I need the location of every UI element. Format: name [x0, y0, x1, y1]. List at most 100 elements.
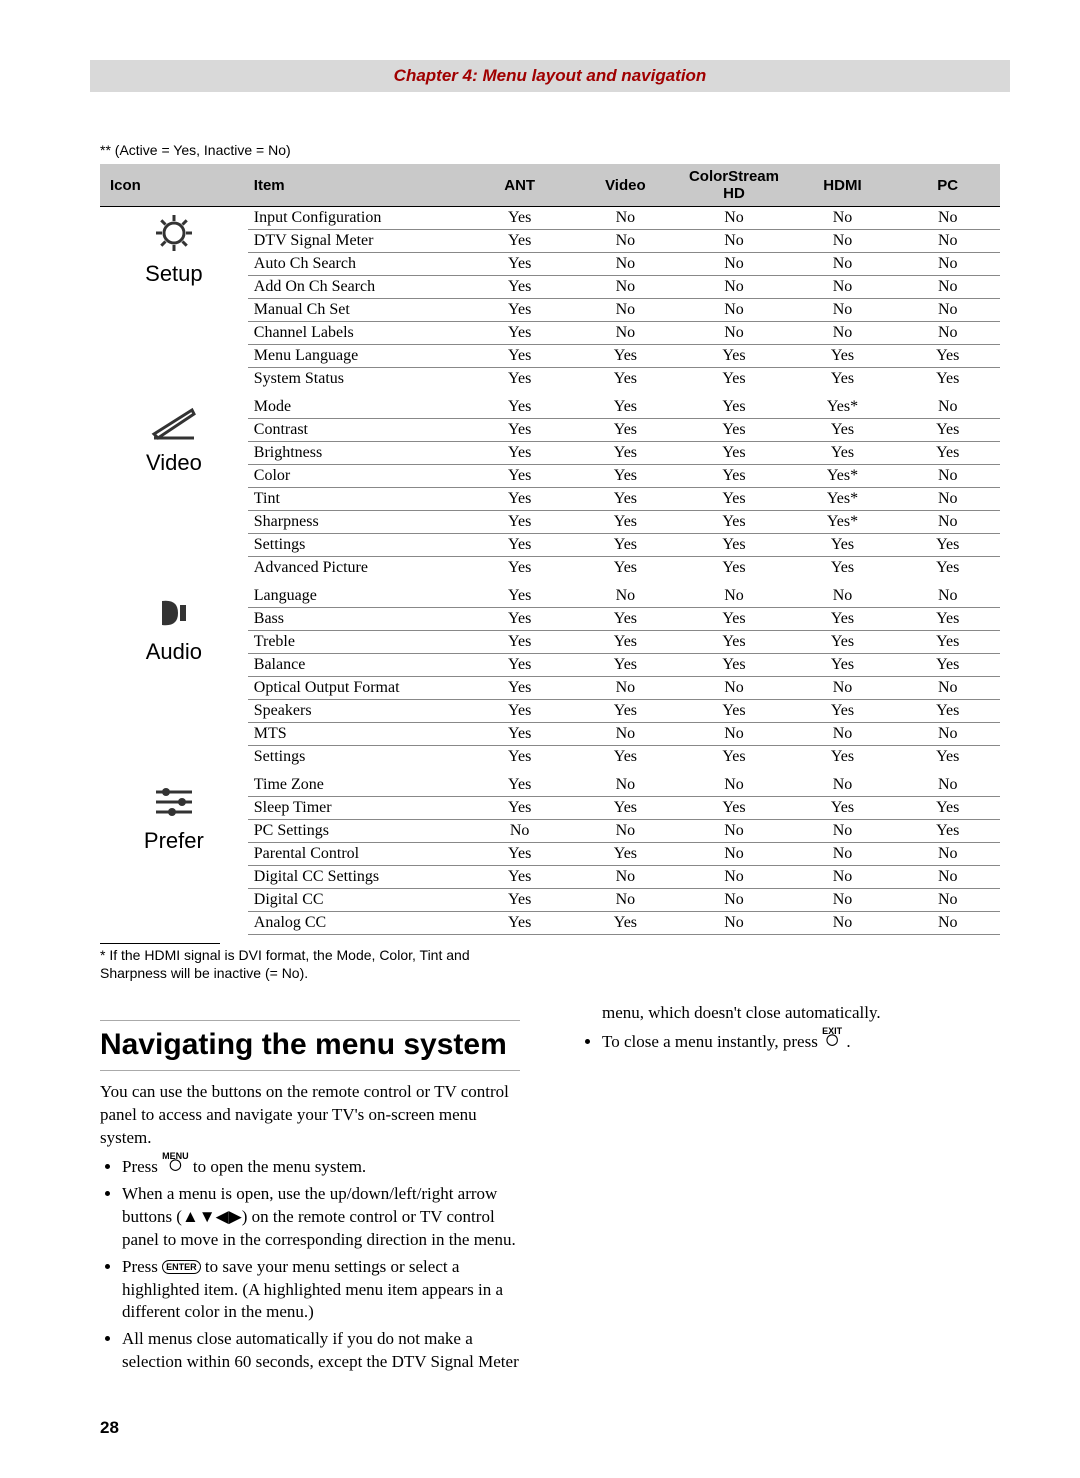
group-label: Video: [106, 450, 242, 476]
value-cell: No: [572, 677, 678, 700]
value-cell: No: [572, 276, 678, 299]
item-cell: Tint: [248, 488, 467, 511]
value-cell: No: [678, 912, 789, 935]
exit-button-icon: EXIT: [822, 1025, 842, 1043]
bullet-list-right: To close a menu instantly, press EXIT .: [580, 1029, 1000, 1054]
item-cell: Settings: [248, 534, 467, 557]
value-cell: No: [572, 230, 678, 253]
value-cell: Yes: [467, 442, 572, 465]
item-cell: Bass: [248, 608, 467, 631]
item-cell: Balance: [248, 654, 467, 677]
value-cell: No: [678, 322, 789, 345]
bullet-1-b: to open the menu system.: [193, 1157, 366, 1176]
value-cell: Yes: [467, 631, 572, 654]
item-cell: Mode: [248, 393, 467, 419]
value-cell: No: [678, 582, 789, 608]
value-cell: Yes: [789, 631, 895, 654]
value-cell: Yes: [467, 299, 572, 322]
value-cell: No: [572, 299, 678, 322]
value-cell: No: [895, 299, 1000, 322]
value-cell: No: [895, 230, 1000, 253]
value-cell: No: [572, 253, 678, 276]
col-header: Item: [248, 164, 467, 207]
value-cell: No: [467, 820, 572, 843]
item-cell: Optical Output Format: [248, 677, 467, 700]
item-cell: Digital CC: [248, 889, 467, 912]
item-cell: Menu Language: [248, 345, 467, 368]
group-label: Prefer: [106, 828, 242, 854]
value-cell: Yes: [467, 488, 572, 511]
value-cell: Yes: [467, 345, 572, 368]
value-cell: No: [895, 771, 1000, 797]
value-cell: No: [789, 276, 895, 299]
item-cell: PC Settings: [248, 820, 467, 843]
value-cell: Yes: [895, 557, 1000, 583]
value-cell: Yes: [789, 534, 895, 557]
value-cell: No: [895, 488, 1000, 511]
item-cell: Sleep Timer: [248, 797, 467, 820]
item-cell: Treble: [248, 631, 467, 654]
value-cell: Yes: [895, 797, 1000, 820]
value-cell: Yes: [789, 797, 895, 820]
group-label: Audio: [106, 639, 242, 665]
value-cell: No: [789, 771, 895, 797]
col-header: ColorStream HD: [678, 164, 789, 207]
value-cell: Yes: [572, 746, 678, 772]
value-cell: No: [572, 771, 678, 797]
value-cell: Yes: [678, 797, 789, 820]
value-cell: No: [895, 207, 1000, 230]
item-cell: Color: [248, 465, 467, 488]
group-icon-cell: Prefer: [100, 771, 248, 935]
value-cell: Yes: [678, 368, 789, 394]
value-cell: Yes: [572, 654, 678, 677]
value-cell: Yes: [678, 631, 789, 654]
value-cell: Yes: [572, 797, 678, 820]
value-cell: No: [895, 843, 1000, 866]
document-page: Chapter 4: Menu layout and navigation **…: [0, 0, 1080, 1478]
value-cell: No: [678, 677, 789, 700]
value-cell: Yes: [572, 442, 678, 465]
value-cell: Yes: [467, 746, 572, 772]
value-cell: Yes: [572, 488, 678, 511]
value-cell: No: [572, 322, 678, 345]
value-cell: Yes: [572, 393, 678, 419]
value-cell: No: [895, 677, 1000, 700]
value-cell: No: [678, 723, 789, 746]
feature-table: IconItemANTVideoColorStream HDHDMIPC Set…: [100, 164, 1000, 935]
value-cell: No: [678, 230, 789, 253]
table-row: PreferTime ZoneYesNoNoNoNo: [100, 771, 1000, 797]
footnote-text: * If the HDMI signal is DVI format, the …: [100, 946, 540, 982]
value-cell: Yes: [572, 608, 678, 631]
value-cell: Yes: [572, 912, 678, 935]
value-cell: Yes: [467, 654, 572, 677]
group-icon-cell: Setup: [100, 207, 248, 394]
value-cell: Yes: [467, 465, 572, 488]
value-cell: Yes: [467, 207, 572, 230]
value-cell: Yes: [678, 465, 789, 488]
value-cell: Yes*: [789, 393, 895, 419]
value-cell: Yes: [467, 582, 572, 608]
value-cell: Yes: [678, 488, 789, 511]
value-cell: Yes: [678, 534, 789, 557]
value-cell: No: [895, 723, 1000, 746]
intro-paragraph: You can use the buttons on the remote co…: [100, 1081, 520, 1150]
value-cell: Yes: [572, 700, 678, 723]
value-cell: No: [789, 582, 895, 608]
value-cell: Yes: [789, 746, 895, 772]
value-cell: Yes: [895, 345, 1000, 368]
bullet-list-left: Press MENU to open the menu system. When…: [100, 1154, 520, 1375]
bullet-2: When a menu is open, use the up/down/lef…: [122, 1183, 520, 1252]
value-cell: Yes: [895, 700, 1000, 723]
setup-icon: [146, 211, 202, 259]
table-row: VideoModeYesYesYesYes*No: [100, 393, 1000, 419]
value-cell: Yes: [467, 419, 572, 442]
item-cell: Digital CC Settings: [248, 866, 467, 889]
bullet-5-a: To close a menu instantly, press: [602, 1032, 822, 1051]
value-cell: No: [678, 889, 789, 912]
value-cell: Yes: [467, 866, 572, 889]
footnote-rule: [100, 943, 220, 944]
item-cell: Speakers: [248, 700, 467, 723]
item-cell: Sharpness: [248, 511, 467, 534]
value-cell: Yes: [789, 654, 895, 677]
item-cell: Advanced Picture: [248, 557, 467, 583]
